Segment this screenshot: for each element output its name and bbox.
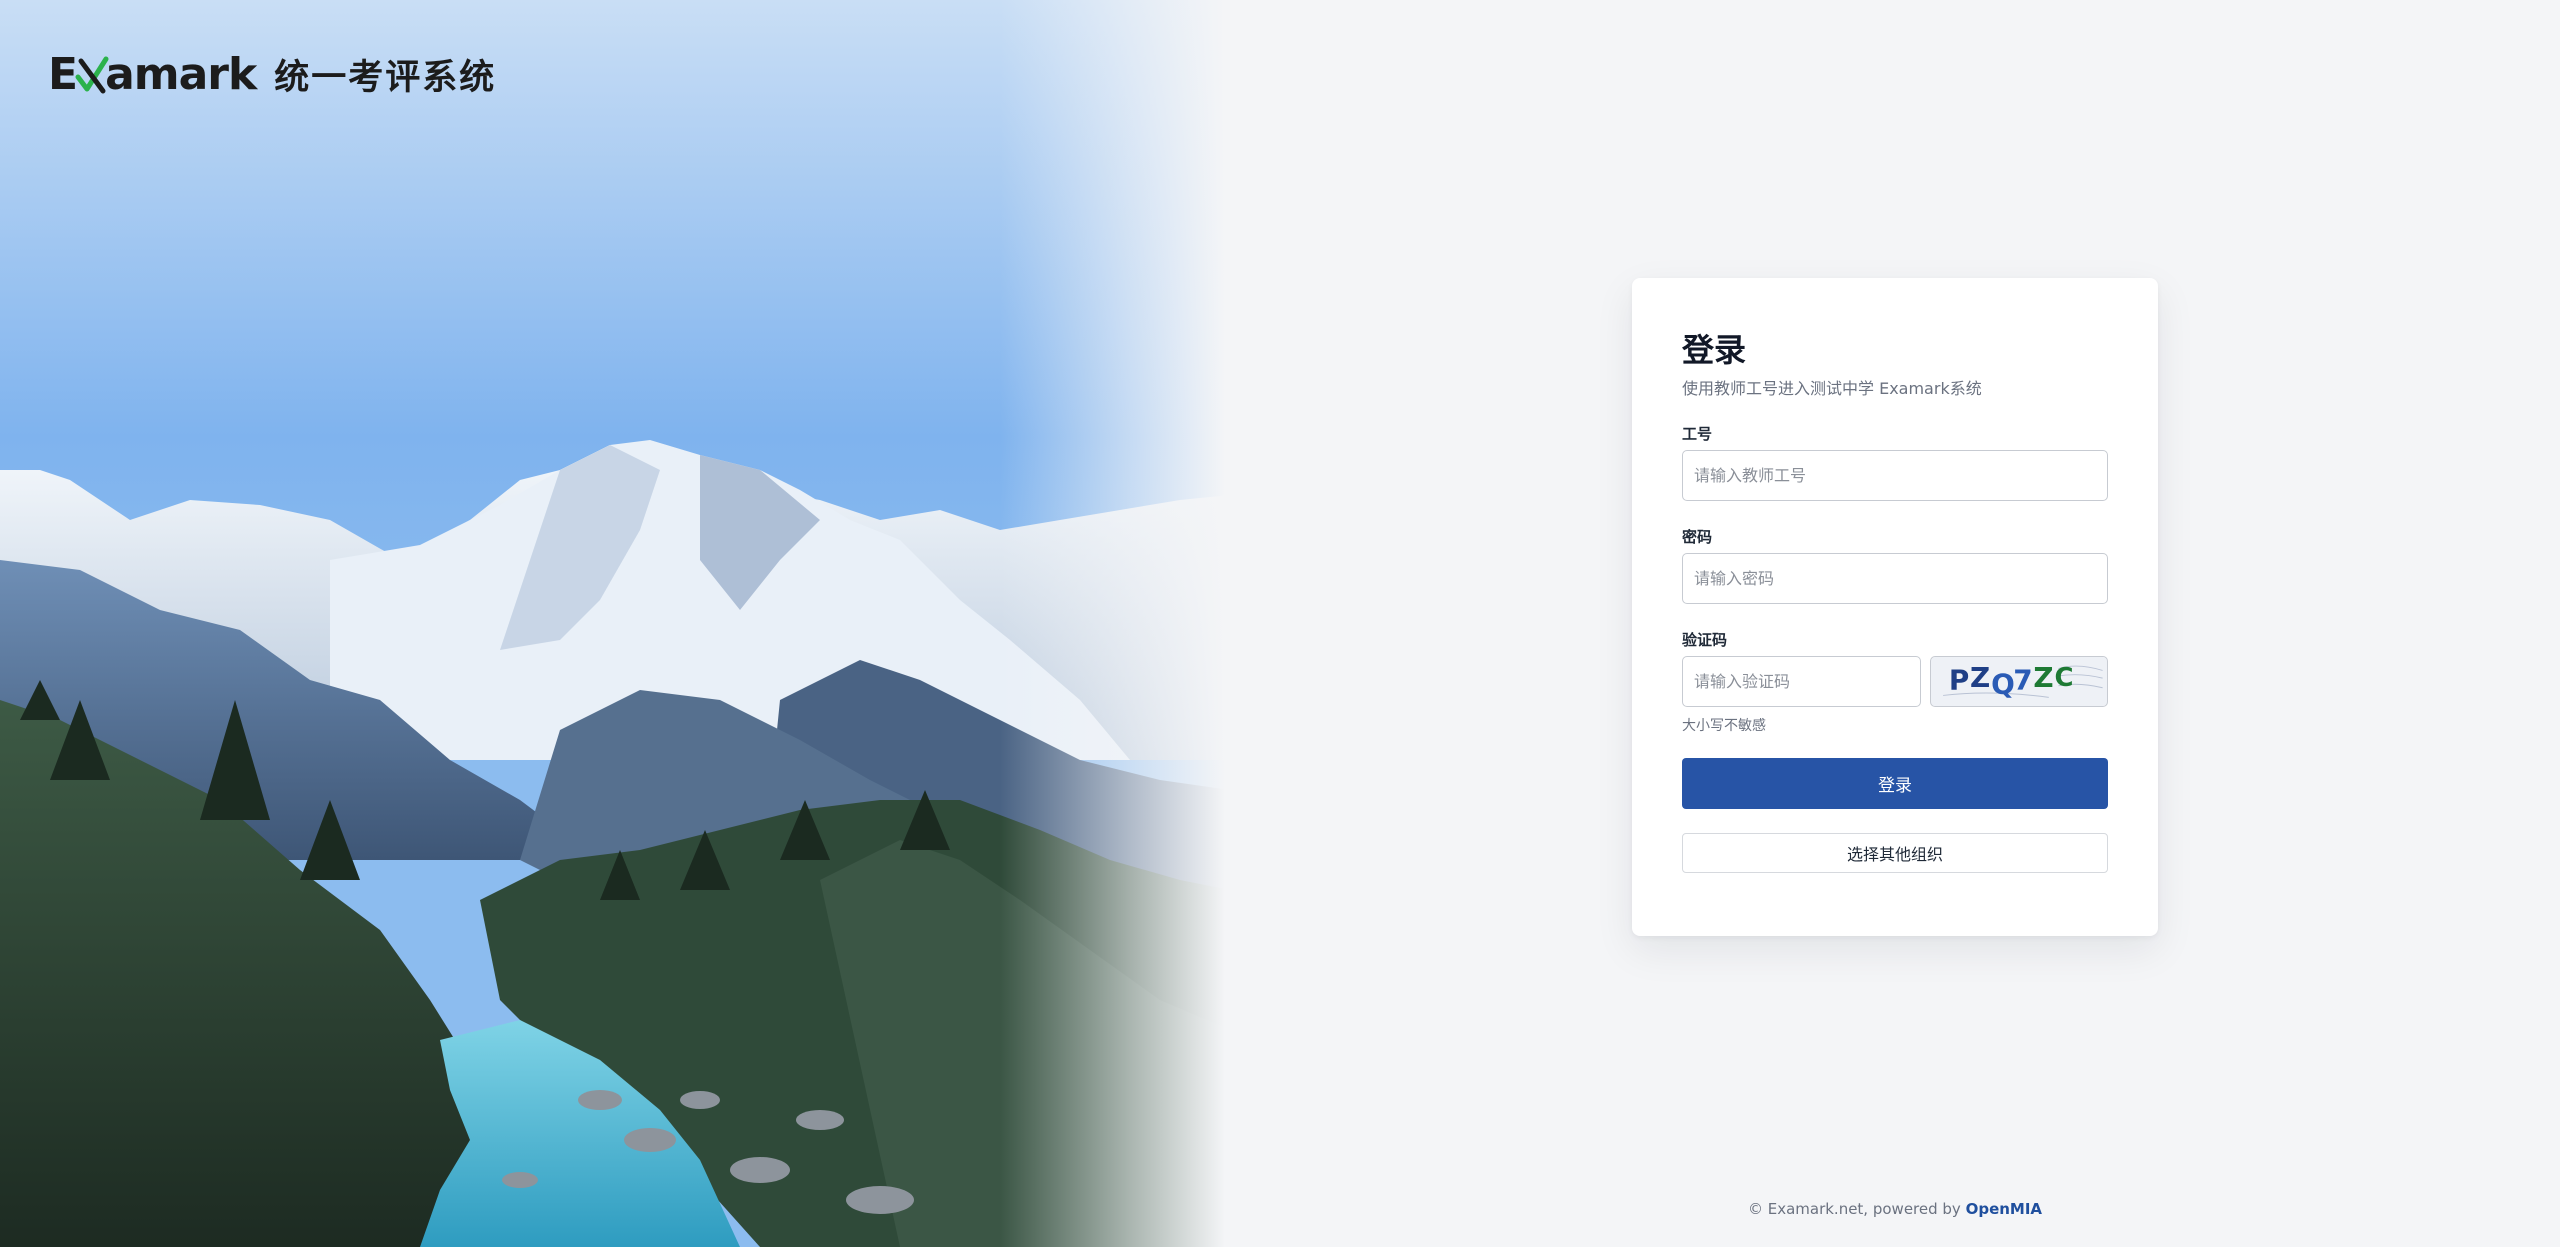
svg-text:C: C — [2055, 663, 2074, 693]
password-input[interactable] — [1682, 553, 2108, 604]
login-button[interactable]: 登录 — [1682, 758, 2108, 809]
svg-text:Q: Q — [1991, 668, 2015, 701]
captcha-row: P Z Q 7 Z C — [1682, 656, 2108, 707]
brand-header: E amark 统一考评系统 — [48, 46, 496, 102]
login-title: 登录 — [1682, 331, 1747, 369]
svg-text:7: 7 — [2013, 664, 2032, 697]
logo-letter-e: E — [48, 48, 78, 100]
captcha-image[interactable]: P Z Q 7 Z C — [1930, 656, 2108, 707]
teacher-id-label: 工号 — [1682, 425, 1713, 443]
svg-text:Z: Z — [1970, 661, 1990, 694]
svg-text:P: P — [1949, 664, 1969, 697]
checkmark-icon — [75, 56, 109, 94]
footer: © Examark.net, powered by OpenMIA — [1680, 1200, 2110, 1218]
examark-logo: E amark — [48, 46, 257, 102]
system-name: 统一考评系统 — [274, 57, 497, 98]
openmia-link[interactable]: OpenMIA — [1966, 1200, 2042, 1218]
teacher-id-input[interactable] — [1682, 450, 2108, 501]
password-label: 密码 — [1682, 528, 1713, 546]
mountain-river-illustration — [0, 0, 1230, 1247]
login-subtitle: 使用教师工号进入测试中学 Examark系统 — [1682, 379, 1982, 398]
logo-letters-amark: amark — [105, 48, 257, 100]
svg-text:Z: Z — [2033, 661, 2053, 694]
captcha-hint: 大小写不敏感 — [1682, 718, 1766, 734]
footer-copyright: © Examark.net, powered by — [1747, 1200, 1966, 1218]
switch-org-button[interactable]: 选择其他组织 — [1682, 833, 2108, 873]
login-card: 登录 使用教师工号进入测试中学 Examark系统 工号 密码 验证码 P Z … — [1632, 278, 2158, 936]
captcha-label: 验证码 — [1682, 631, 1728, 649]
captcha-graphic: P Z Q 7 Z C — [1933, 657, 2105, 706]
hero-landscape-image — [0, 0, 1230, 1247]
captcha-input[interactable] — [1682, 656, 1921, 707]
